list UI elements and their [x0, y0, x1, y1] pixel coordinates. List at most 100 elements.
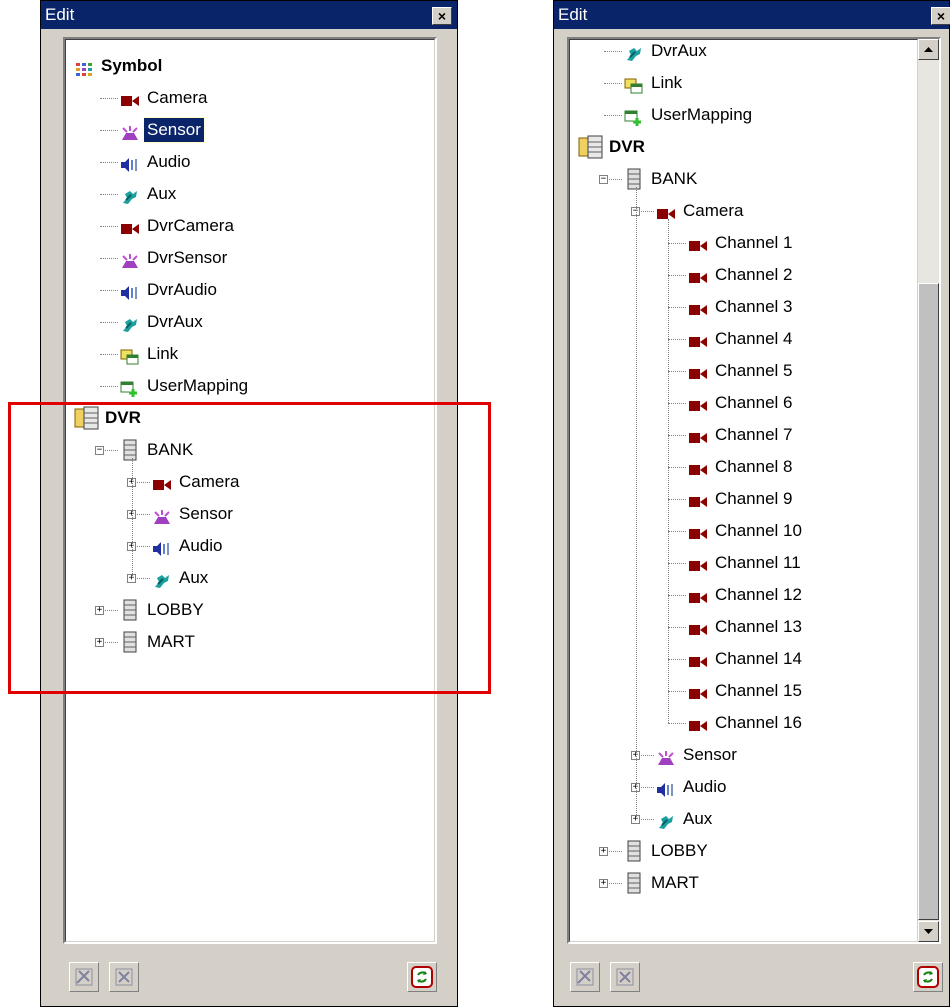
- camera-icon: [688, 458, 708, 476]
- tree-node[interactable]: + Aux: [570, 803, 917, 835]
- tree-connector: [604, 115, 622, 116]
- tree-node[interactable]: Link: [66, 338, 434, 370]
- tree-node[interactable]: + Sensor: [570, 739, 917, 771]
- tree-node[interactable]: Channel 15: [570, 675, 917, 707]
- server-icon: [624, 872, 644, 894]
- tree-node[interactable]: DvrAudio: [66, 274, 434, 306]
- tree-node-label: Channel 1: [715, 233, 793, 252]
- tree-connector: [668, 403, 686, 404]
- refresh-button[interactable]: [913, 962, 943, 992]
- expand-icon[interactable]: +: [599, 879, 608, 888]
- edit-panel-right: Edit × DvrAux Link UserMapping DVR − BANK − Cam…: [553, 0, 950, 1007]
- close-button[interactable]: ×: [432, 7, 452, 25]
- camera-icon: [688, 362, 708, 380]
- edit-symbol-button[interactable]: [69, 962, 99, 992]
- panel-titlebar: Edit ×: [554, 1, 950, 29]
- tree-node[interactable]: Channel 3: [570, 291, 917, 323]
- tree-node[interactable]: DvrAux: [570, 40, 917, 67]
- tree-connector: [668, 595, 686, 596]
- aux-icon: [656, 810, 676, 829]
- tree-node[interactable]: Channel 7: [570, 419, 917, 451]
- camera-icon: [688, 586, 708, 604]
- tree-node-label: Channel 12: [715, 585, 802, 604]
- arrow-down-icon: [924, 929, 933, 934]
- sensor-icon: [120, 249, 140, 268]
- scroll-up-button[interactable]: [918, 39, 939, 60]
- tree-node[interactable]: + Audio: [570, 771, 917, 803]
- tree-node-label: Channel 11: [715, 553, 801, 572]
- tree-node[interactable]: Camera: [66, 82, 434, 114]
- tree-node[interactable]: Channel 8: [570, 451, 917, 483]
- tree-node[interactable]: Channel 2: [570, 259, 917, 291]
- camera-icon: [656, 202, 676, 220]
- tree-node[interactable]: DVR: [570, 131, 917, 163]
- tree-node[interactable]: UserMapping: [66, 370, 434, 402]
- tree-node[interactable]: Channel 4: [570, 323, 917, 355]
- tree-guide-line: [668, 219, 669, 723]
- tree-node[interactable]: Channel 9: [570, 483, 917, 515]
- tree-node[interactable]: − BANK: [570, 163, 917, 195]
- sensor-icon: [656, 746, 676, 765]
- tree-node-label: LOBBY: [651, 841, 708, 860]
- tree-node[interactable]: Channel 11: [570, 547, 917, 579]
- tree-node[interactable]: UserMapping: [570, 99, 917, 131]
- tree-node[interactable]: Channel 5: [570, 355, 917, 387]
- collapse-icon[interactable]: −: [599, 175, 608, 184]
- tree-node[interactable]: + LOBBY: [570, 835, 917, 867]
- tree-connector: [668, 243, 686, 244]
- tree-node[interactable]: Aux: [66, 178, 434, 210]
- tree-node-label: DvrAux: [651, 41, 707, 60]
- tree-node-label: DvrAux: [147, 312, 203, 331]
- tree-node[interactable]: Channel 1: [570, 227, 917, 259]
- tree-node[interactable]: Channel 12: [570, 579, 917, 611]
- tree-node[interactable]: Audio: [66, 146, 434, 178]
- tree-node[interactable]: Channel 13: [570, 611, 917, 643]
- tree-connector: [100, 354, 118, 355]
- tree-connector: [100, 226, 118, 227]
- delete-button[interactable]: [610, 962, 640, 992]
- camera-icon: [688, 266, 708, 284]
- link-icon: [120, 345, 140, 365]
- scroll-down-button[interactable]: [918, 921, 939, 942]
- tree-connector: [100, 98, 118, 99]
- user-mapping-icon: [120, 377, 140, 397]
- tree-node-label: Channel 16: [715, 713, 802, 732]
- tree-node[interactable]: DvrSensor: [66, 242, 434, 274]
- tree-node[interactable]: Channel 10: [570, 515, 917, 547]
- expand-icon[interactable]: +: [599, 847, 608, 856]
- tree-node-label: Channel 6: [715, 393, 793, 412]
- tree-node[interactable]: Channel 6: [570, 387, 917, 419]
- tree-connector: [100, 386, 118, 387]
- scroll-thumb[interactable]: [918, 283, 939, 920]
- tree-view[interactable]: DvrAux Link UserMapping DVR − BANK − Camera Chan…: [567, 37, 941, 944]
- close-button[interactable]: ×: [931, 7, 950, 25]
- tree-node[interactable]: DvrCamera: [66, 210, 434, 242]
- panel-title: Edit: [45, 5, 75, 24]
- aux-icon: [120, 185, 140, 204]
- aux-icon: [624, 42, 644, 61]
- delete-button[interactable]: [109, 962, 139, 992]
- edit-symbol-button[interactable]: [570, 962, 600, 992]
- tree-node[interactable]: Symbol: [66, 50, 434, 82]
- tree-node[interactable]: DvrAux: [66, 306, 434, 338]
- refresh-button[interactable]: [407, 962, 437, 992]
- camera-icon: [688, 554, 708, 572]
- audio-icon: [120, 153, 140, 172]
- camera-icon: [120, 217, 140, 235]
- tree-node[interactable]: Sensor: [66, 114, 434, 146]
- tree-node[interactable]: Channel 14: [570, 643, 917, 675]
- tree-node-label: Audio: [147, 152, 191, 171]
- tree-node[interactable]: − Camera: [570, 195, 917, 227]
- tree-node[interactable]: Channel 16: [570, 707, 917, 739]
- tree-node-label: Audio: [683, 777, 727, 796]
- aux-icon: [120, 313, 140, 332]
- tree-node[interactable]: Link: [570, 67, 917, 99]
- tree-node-label: BANK: [651, 169, 698, 188]
- tree-connector: [668, 691, 686, 692]
- tree-connector: [668, 723, 686, 724]
- tree-connector: [668, 467, 686, 468]
- vertical-scrollbar[interactable]: [918, 39, 939, 942]
- tree-node[interactable]: + MART: [570, 867, 917, 899]
- tree-node-label: MART: [651, 873, 699, 892]
- tree-connector: [100, 130, 118, 131]
